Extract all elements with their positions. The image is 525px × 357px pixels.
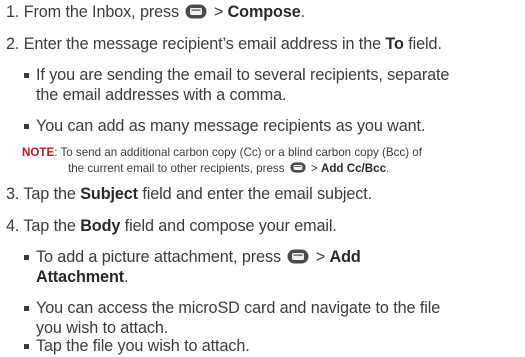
compose-label: Compose: [227, 3, 301, 21]
bullet-3-end: .: [124, 268, 129, 286]
bullet-marker: [24, 73, 29, 78]
step-2-text: 2. Enter the message recipient’s email a…: [6, 35, 386, 53]
bullet-5: Tap the file you wish to attach.: [36, 337, 250, 355]
note-text-2: the current email to other recipients, p…: [68, 162, 288, 175]
bullet-marker: [24, 306, 29, 311]
attachment-label: Attachment: [36, 268, 125, 286]
bullet-3-line-1: To add a picture attachment, press > Add: [36, 248, 361, 267]
step-2: 2. Enter the message recipient’s email a…: [6, 35, 442, 54]
step-3: 3. Tap the Subject field and enter the e…: [6, 185, 372, 204]
step-3-text: 3. Tap the: [6, 185, 81, 203]
bullet-marker: [24, 124, 29, 129]
step-2-end: field.: [403, 35, 442, 53]
note-line-2: the current email to other recipients, p…: [68, 162, 389, 176]
bullet-3-text: To add a picture attachment, press: [36, 248, 286, 266]
menu-key-icon: [185, 4, 207, 19]
step-1-text: 1. From the Inbox, press: [6, 3, 184, 21]
bullet-marker: [24, 344, 29, 349]
note-separator: >: [307, 162, 321, 175]
bullet-1-line-1: If you are sending the email to several …: [36, 66, 450, 84]
bullet-1-line-2: the email addresses with a comma.: [36, 86, 287, 104]
step-3-end: field and enter the email subject.: [137, 185, 373, 203]
menu-key-icon: [287, 249, 309, 264]
note-text-1: : To send an additional carbon copy (Cc)…: [54, 146, 422, 159]
bullet-marker: [24, 255, 29, 260]
to-field-label: To: [385, 35, 404, 53]
subject-field-label: Subject: [80, 185, 138, 203]
step-4-end: field and compose your email.: [120, 217, 337, 235]
step-1-separator: >: [209, 3, 228, 21]
bullet-4-line-1: You can access the microSD card and navi…: [36, 299, 441, 317]
bullet-3-separator: >: [311, 248, 330, 266]
menu-key-icon: [290, 162, 306, 173]
body-field-label: Body: [80, 217, 121, 235]
instructions-page: 1. From the Inbox, press > Compose. 2. E…: [0, 0, 525, 357]
step-4: 4. Tap the Body field and compose your e…: [6, 217, 337, 236]
step-1: 1. From the Inbox, press > Compose.: [6, 3, 305, 22]
add-cc-bcc-label: Add Cc/Bcc: [320, 162, 387, 175]
step-4-text: 4. Tap the: [6, 217, 81, 235]
bullet-2: You can add as many message recipients a…: [36, 117, 426, 135]
note-label: NOTE: [22, 146, 55, 159]
note-end: .: [386, 162, 390, 175]
add-label: Add: [329, 248, 361, 266]
note-line-1: NOTE: To send an additional carbon copy …: [22, 146, 422, 160]
bullet-3-line-2: Attachment.: [36, 268, 129, 287]
step-1-end: .: [300, 3, 306, 21]
bullet-4-line-2: you wish to attach.: [36, 319, 169, 337]
